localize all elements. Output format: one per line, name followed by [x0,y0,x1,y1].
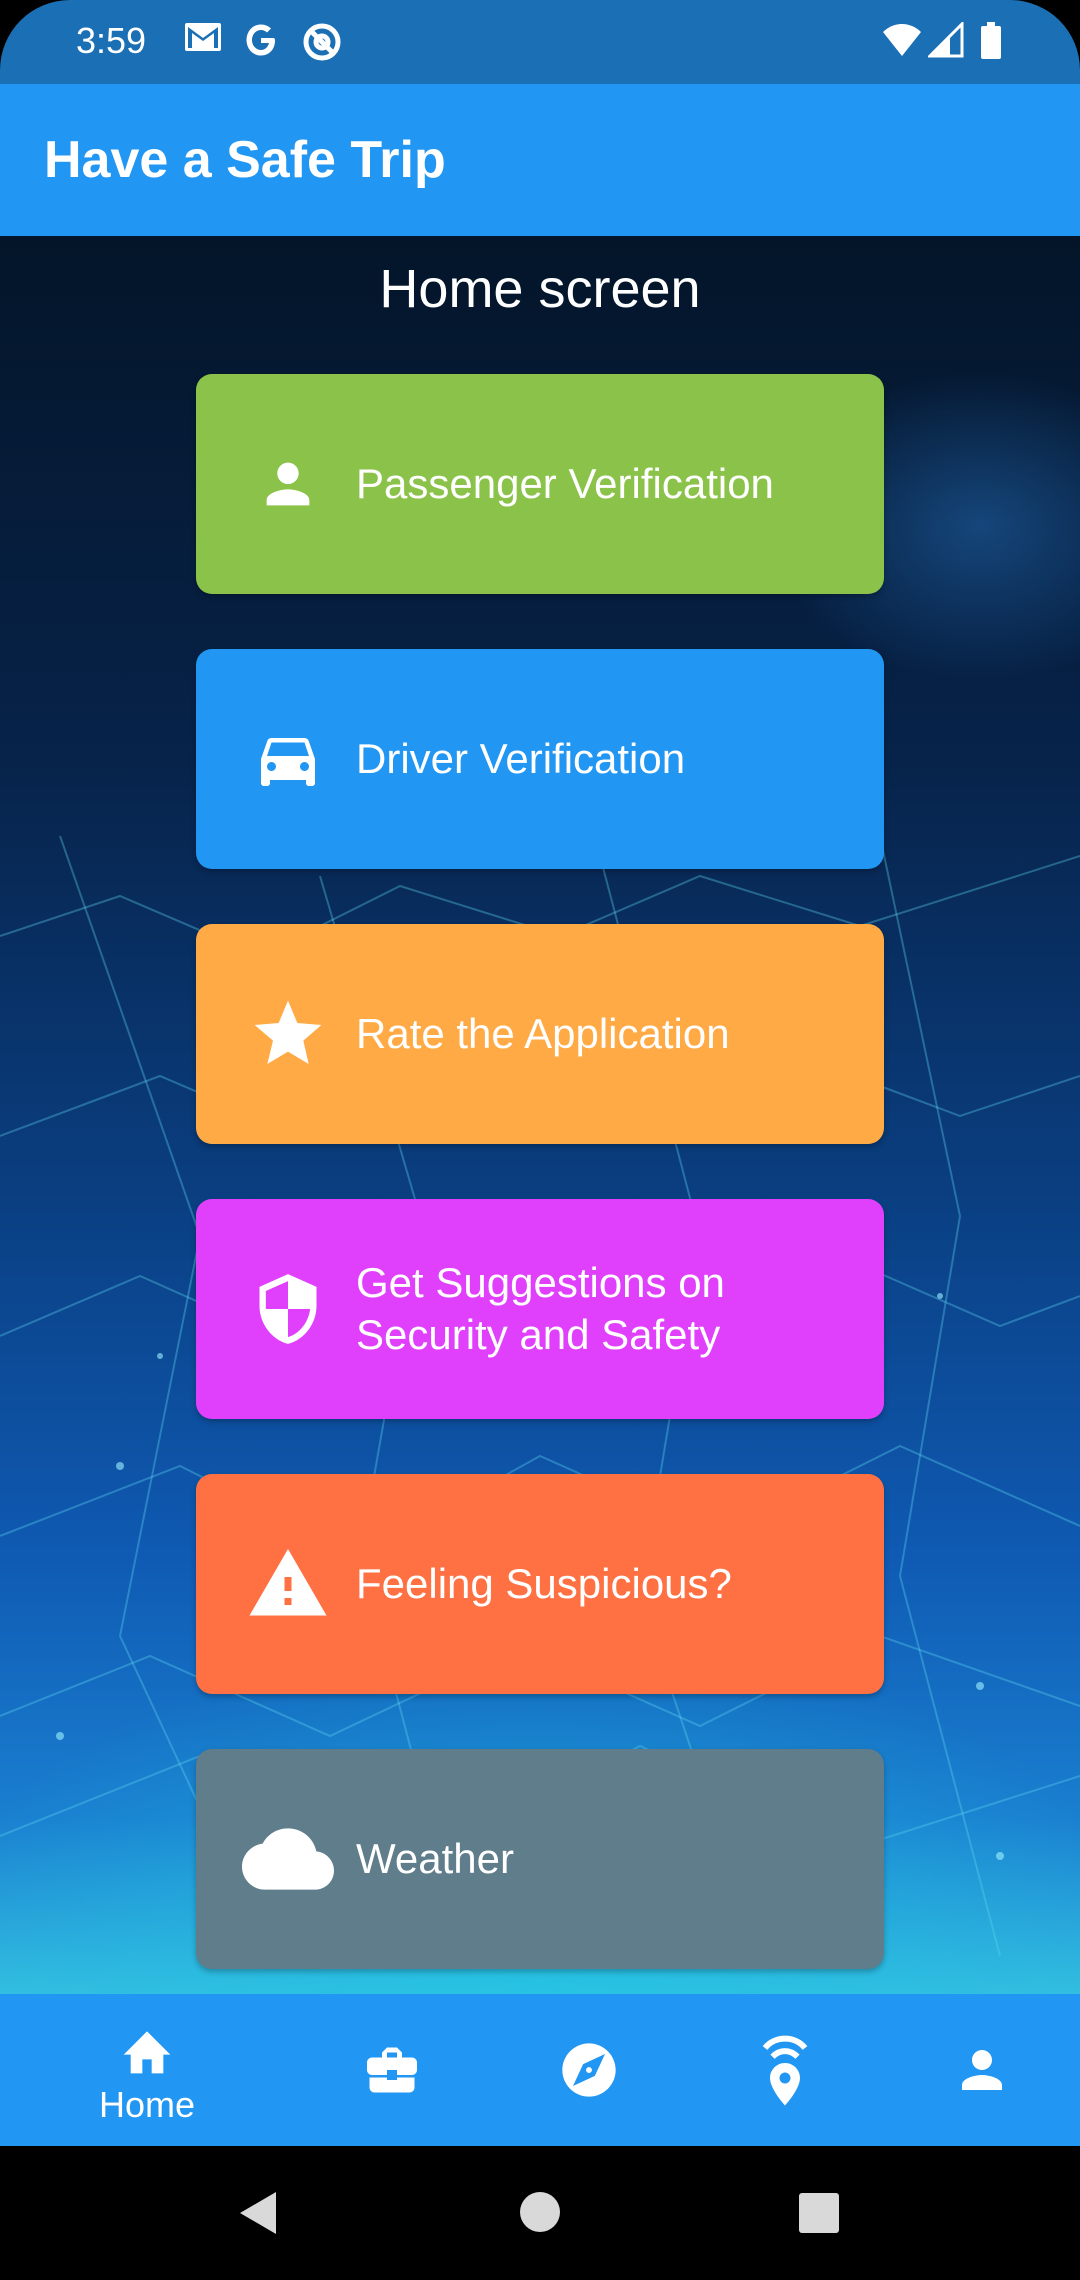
security-suggestions-card[interactable]: Get Suggestions on Security and Safety [196,1199,884,1419]
battery-icon [981,22,1001,59]
shield-icon [238,1259,338,1359]
recents-icon[interactable] [798,2192,840,2234]
warning-icon [238,1534,338,1634]
driver-verification-card[interactable]: Driver Verification [196,649,884,869]
home-icon [123,2031,171,2074]
person-icon [238,434,338,534]
status-time: 3:59 [76,20,147,61]
rate-application-card[interactable]: Rate the Application [196,924,884,1144]
nav-item-compass[interactable] [491,1994,687,2146]
passenger-verification-card[interactable]: Passenger Verification [196,374,884,594]
signal-icon [928,22,964,58]
card-label: Driver Verification [356,735,686,782]
card-label: Weather [356,1835,514,1882]
app-bar: Have a Safe Trip [0,84,1080,236]
nav-item-location-signal[interactable] [687,1994,883,2146]
phone-screen: 3:59 Have a Safe Trip Home screen Passen… [0,0,1080,2280]
at-sign-icon [303,23,341,61]
nav-label-home: Home [98,2084,196,2125]
system-navigation-bar [0,2146,1080,2280]
page-heading: Home screen [379,259,701,319]
location-signal-icon [762,2035,808,2106]
app-title: Have a Safe Trip [44,131,446,189]
person-icon [962,2050,1002,2090]
nav-item-profile[interactable] [884,1994,1080,2146]
cloud-icon [238,1809,338,1909]
card-label: Passenger Verification [356,460,774,507]
compass-icon [562,2043,616,2097]
status-bar: 3:59 [0,0,1080,84]
gmail-icon [185,23,221,51]
briefcase-icon [367,2047,417,2093]
bottom-navigation: Home [0,1994,1080,2146]
nav-item-home[interactable]: Home [49,1994,245,2146]
card-label: Rate the Application [356,1010,730,1057]
wifi-icon [883,24,921,56]
back-icon[interactable] [236,2188,280,2238]
card-label: Get Suggestions on Security and Safety [356,1259,725,1358]
home-circle-icon[interactable] [518,2190,562,2234]
nav-item-briefcase[interactable] [294,1994,490,2146]
car-icon [238,709,338,809]
weather-card[interactable]: Weather [196,1749,884,1969]
home-content: Home screen Passenger Verification Drive… [0,236,1080,1994]
feeling-suspicious-card[interactable]: Feeling Suspicious? [196,1474,884,1694]
card-label: Feeling Suspicious? [356,1560,732,1607]
star-icon [238,984,338,1084]
google-icon [246,24,275,56]
